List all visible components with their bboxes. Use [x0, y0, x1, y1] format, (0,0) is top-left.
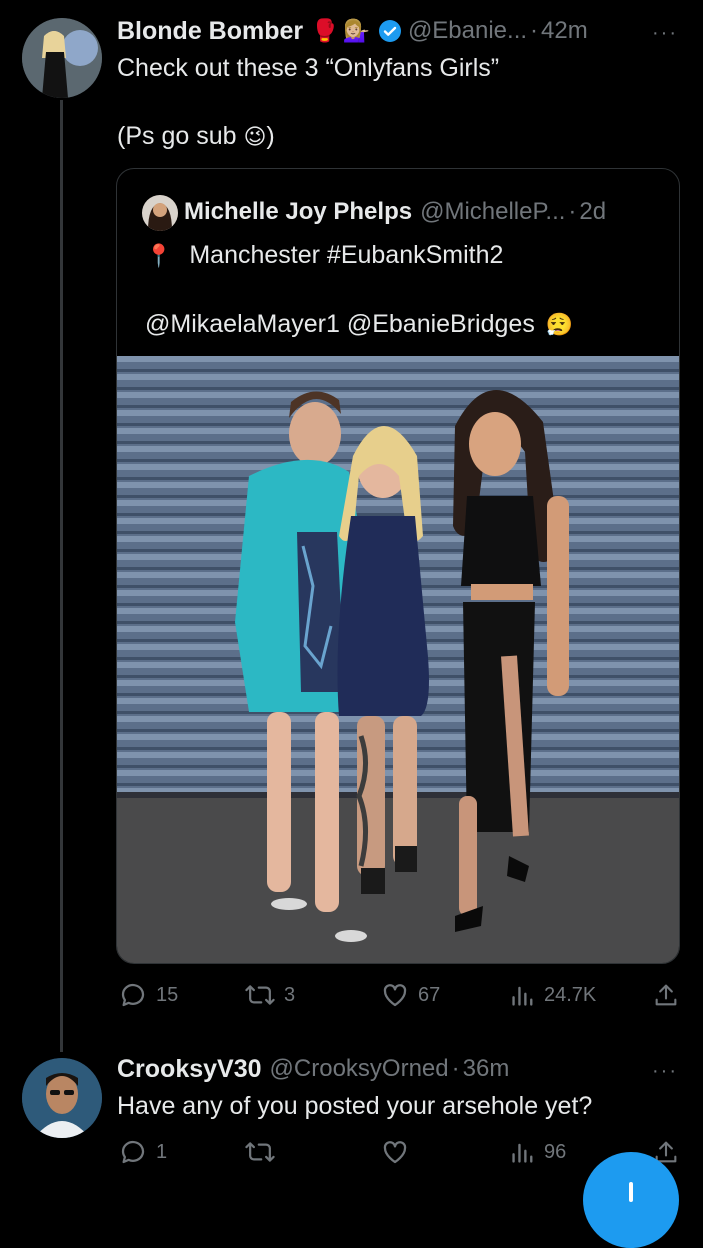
display-name[interactable]: Blonde Bomber — [117, 17, 303, 46]
exhale-emoji: 😮‍💨 — [545, 312, 574, 337]
reply-icon — [121, 983, 145, 1007]
more-options-icon[interactable]: ··· — [652, 1060, 678, 1083]
tweet-text-ps: (Ps go sub — [117, 122, 237, 150]
like-button[interactable]: 67 — [380, 980, 440, 1010]
like-button[interactable] — [380, 1137, 418, 1167]
quote-location-text: Manchester #EubankSmith2 — [189, 241, 504, 269]
round-pushpin-emoji: 📍 — [145, 243, 173, 268]
timestamp[interactable]: 42m — [541, 17, 588, 45]
views-chart-icon — [512, 1143, 533, 1163]
views-count: 96 — [544, 1140, 567, 1163]
avatar[interactable] — [22, 1058, 102, 1138]
tweet-text-line2: (Ps go sub 😉) — [117, 120, 275, 153]
retweet-button[interactable] — [244, 1137, 284, 1167]
retweet-icon — [245, 1142, 275, 1162]
quote-mentions[interactable]: @MikaelaMayer1 @EbanieBridges — [145, 310, 535, 338]
timestamp[interactable]: 36m — [463, 1055, 510, 1083]
compose-fab-button[interactable] — [583, 1152, 679, 1248]
views-button[interactable]: 96 — [510, 1137, 566, 1167]
handle[interactable]: @Ebanie... — [408, 17, 527, 45]
boxing-glove-emoji: 🥊 — [311, 18, 339, 43]
tweet-text-line1: Check out these 3 “Onlyfans Girls” — [117, 54, 500, 82]
quote-separator: · — [568, 198, 577, 225]
like-count: 67 — [418, 983, 441, 1006]
heart-icon — [383, 984, 407, 1007]
quote-header: Michelle Joy Phelps @MichelleP... · 2d — [184, 195, 606, 229]
thread-connector-line — [60, 100, 63, 1052]
quote-avatar[interactable] — [142, 195, 178, 231]
quote-display-name[interactable]: Michelle Joy Phelps — [184, 198, 412, 226]
tweet-header: CrooksyV30 @CrooksyOrned · 36m — [117, 1052, 509, 1086]
display-name[interactable]: CrooksyV30 — [117, 1055, 262, 1084]
quote-location-line: 📍 Manchester #EubankSmith2 — [145, 239, 503, 272]
reply-count: 15 — [156, 983, 179, 1006]
share-icon — [655, 984, 677, 1006]
wink-emoji: 😉 — [243, 124, 267, 149]
separator: · — [530, 17, 539, 44]
quote-timestamp[interactable]: 2d — [579, 198, 606, 226]
reply-button[interactable]: 15 — [118, 980, 178, 1010]
compose-plus-icon — [629, 1182, 633, 1202]
more-options-icon[interactable]: ··· — [652, 22, 678, 45]
quote-photo[interactable] — [117, 356, 679, 963]
quote-handle[interactable]: @MichelleP... — [420, 198, 565, 226]
separator: · — [451, 1055, 460, 1082]
reply-icon — [121, 1140, 145, 1164]
share-button[interactable] — [652, 980, 680, 1010]
retweet-count: 3 — [284, 983, 296, 1006]
retweet-icon — [245, 985, 275, 1005]
views-button[interactable]: 24.7K — [510, 980, 596, 1010]
reply-count: 1 — [156, 1140, 168, 1163]
tweet-header: Blonde Bomber 🥊 💁🏼‍♀️ @Ebanie... · 42m — [117, 14, 588, 48]
retweet-button[interactable]: 3 — [244, 980, 295, 1010]
handle[interactable]: @CrooksyOrned — [270, 1055, 449, 1083]
tweet-text: Have any of you posted your arsehole yet… — [117, 1092, 593, 1120]
heart-icon — [383, 1141, 407, 1164]
quote-mentions-line: @MikaelaMayer1 @EbanieBridges 😮‍💨 — [145, 308, 573, 341]
verified-badge-icon — [378, 19, 402, 43]
avatar[interactable] — [22, 18, 102, 98]
views-chart-icon — [512, 986, 533, 1006]
quoted-tweet-card[interactable]: Michelle Joy Phelps @MichelleP... · 2d 📍… — [116, 168, 680, 964]
tweet-text-ps-end: ) — [266, 122, 275, 150]
views-count: 24.7K — [544, 983, 597, 1006]
tipping-hand-emoji: 💁🏼‍♀️ — [342, 18, 370, 43]
reply-button[interactable]: 1 — [118, 1137, 167, 1167]
